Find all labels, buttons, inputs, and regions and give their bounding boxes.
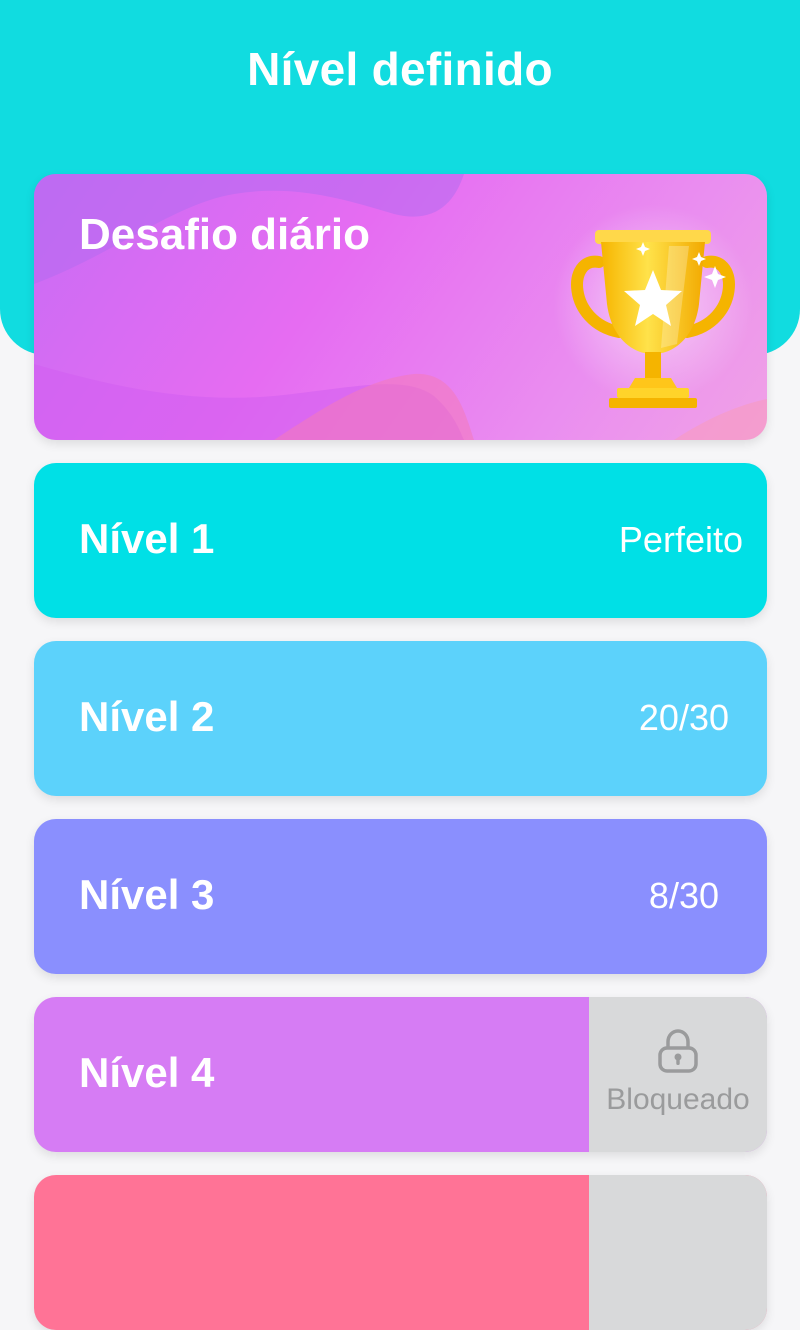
daily-challenge-title: Desafio diário [79,210,370,259]
page-title: Nível definido [247,43,553,95]
trophy-icon [553,204,753,408]
locked-label: Bloqueado [606,1083,750,1116]
lock-icon [658,1029,698,1073]
level-4-card[interactable]: Nível 4 Bloqueado [34,997,767,1152]
level-4-label: Nível 4 [79,1049,215,1096]
level-2-progress: 20/30 [638,697,729,738]
level-3-card[interactable]: Nível 3 8/30 [34,819,767,974]
level-1-status: Perfeito [618,519,743,560]
locked-panel [589,1175,767,1330]
locked-panel: Bloqueado [589,997,767,1152]
level-1-label: Nível 1 [79,515,215,562]
level-2-label: Nível 2 [79,693,215,740]
level-2-card[interactable]: Nível 2 20/30 [34,641,767,796]
level-1-card[interactable]: Nível 1 Perfeito [34,463,767,618]
level-3-progress: 8/30 [648,875,719,916]
level-3-label: Nível 3 [79,871,215,918]
daily-challenge-card[interactable]: Desafio diário [34,174,767,440]
level-5-card[interactable] [34,1175,767,1330]
